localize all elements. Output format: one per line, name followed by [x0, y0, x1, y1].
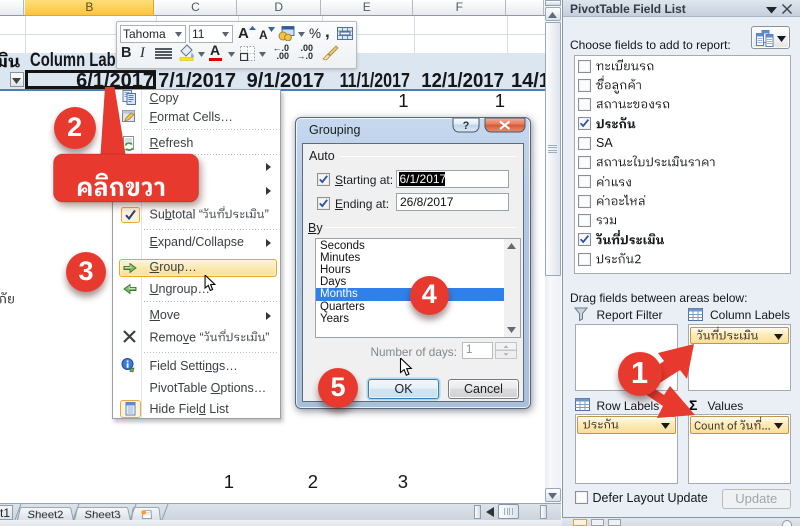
svg-text:?: ?: [463, 120, 470, 132]
